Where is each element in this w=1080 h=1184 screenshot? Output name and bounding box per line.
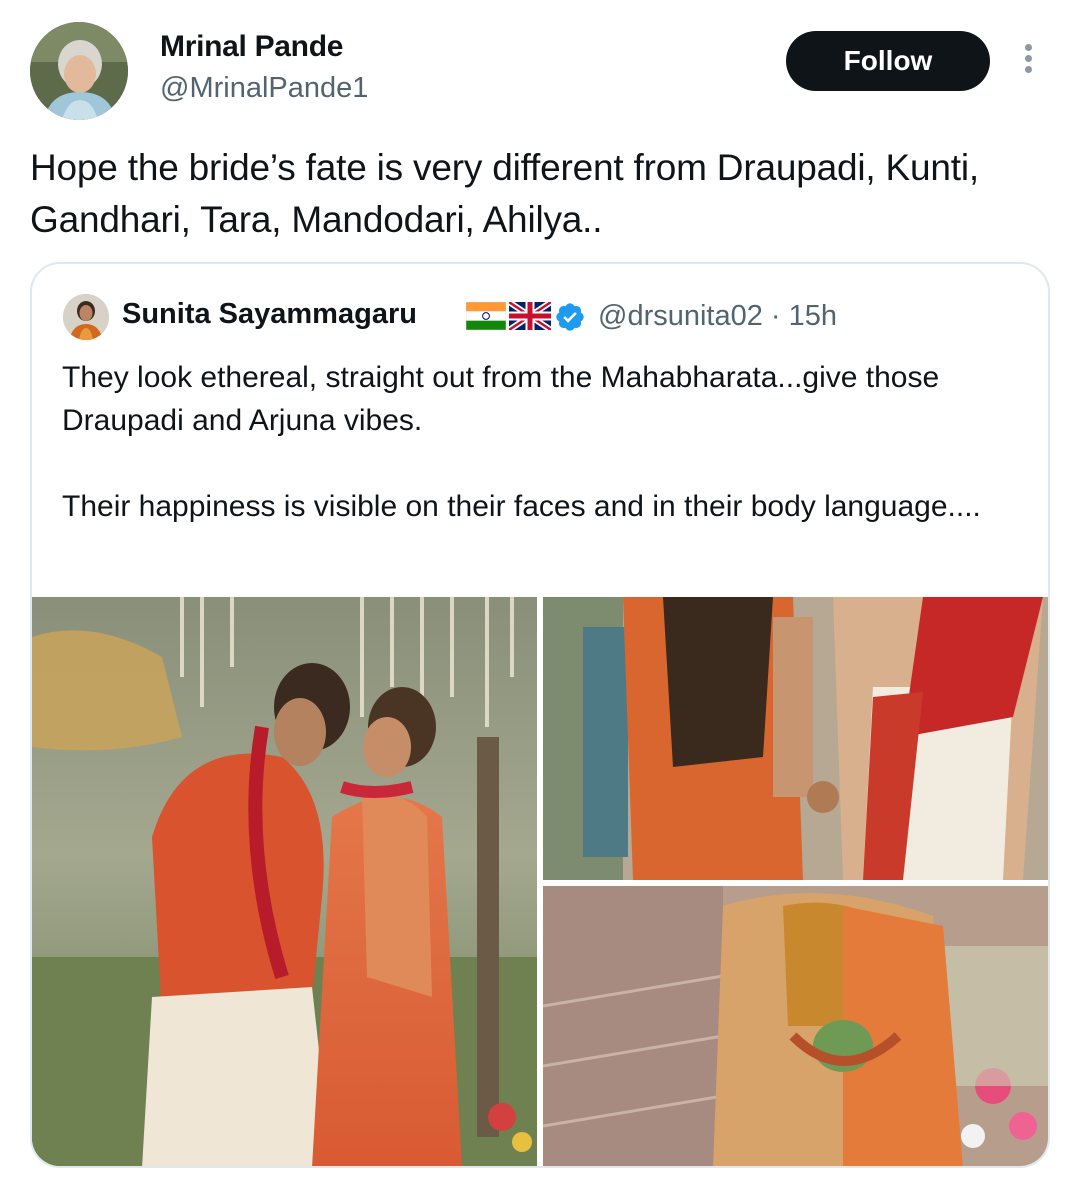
quoted-handle-time[interactable]: @drsunita02 · 15h	[598, 300, 837, 333]
india-flag-icon	[466, 302, 506, 330]
quoted-author-avatar[interactable]	[63, 294, 109, 340]
author-handle[interactable]: @MrinalPande1	[160, 72, 368, 105]
more-options-icon[interactable]	[1016, 40, 1040, 80]
quoted-tweet-text: They look ethereal, straight out from th…	[62, 356, 1022, 528]
author-avatar[interactable]	[30, 22, 128, 120]
flag-emojis	[466, 302, 551, 332]
verified-badge-icon	[556, 303, 584, 331]
quoted-paragraph-1: They look ethereal, straight out from th…	[62, 361, 940, 437]
quoted-author-name[interactable]: Sunita Sayammagaru	[122, 298, 417, 331]
quoted-tweet[interactable]: Sunita Sayammagaru @drsunita02 · 15h The…	[30, 262, 1050, 1168]
author-name[interactable]: Mrinal Pande	[160, 30, 343, 64]
quoted-paragraph-2: Their happiness is visible on their face…	[62, 490, 981, 523]
walking-hands-photo[interactable]	[543, 597, 1048, 880]
couple-photo[interactable]	[32, 597, 537, 1166]
bride-coconut-photo[interactable]	[543, 886, 1048, 1166]
follow-button[interactable]: Follow	[786, 31, 990, 91]
tweet-header: Mrinal Pande @MrinalPande1 Follow	[0, 0, 1080, 140]
media-grid	[32, 597, 1048, 1166]
uk-flag-icon	[509, 302, 551, 330]
tweet-text: Hope the bride’s fate is very different …	[30, 147, 979, 240]
